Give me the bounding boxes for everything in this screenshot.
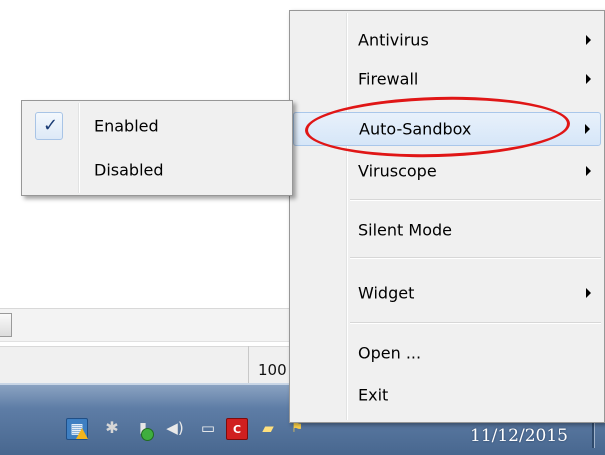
submenu-item-label: Enabled (94, 116, 159, 136)
menu-item-label: Antivirus (358, 30, 429, 50)
comodo-icon[interactable]: C (226, 418, 248, 440)
status-bar-divider (248, 346, 249, 383)
menu-item-firewall[interactable]: Firewall (293, 62, 601, 96)
menu-item-silent-mode[interactable]: Silent Mode (293, 213, 601, 247)
submenu-item-enabled[interactable]: ✓ Enabled (25, 106, 289, 146)
menu-item-open[interactable]: Open ... (293, 336, 601, 370)
virtualbox-icon[interactable]: ✱ (102, 418, 122, 438)
submenu-arrow-icon (586, 288, 591, 298)
submenu-item-label: Disabled (94, 160, 164, 180)
menu-item-viruscope[interactable]: Viruscope (293, 154, 601, 188)
menu-item-label: Open ... (358, 343, 422, 363)
warning-icon (76, 428, 88, 439)
monitor-icon[interactable]: ▭ (198, 418, 218, 438)
folder-icon[interactable]: ▰ (258, 418, 278, 438)
checkmark-icon: ✓ (43, 115, 59, 136)
check-badge-icon (141, 428, 154, 441)
zoom-level-text: 100 (258, 361, 287, 379)
tray-context-menu: Antivirus Firewall Auto-Sandbox Viruscop… (289, 10, 605, 423)
menu-separator (350, 257, 601, 259)
submenu-item-disabled[interactable]: Disabled (25, 150, 289, 190)
volume-icon[interactable]: ◀) (165, 418, 185, 438)
menu-item-label: Widget (358, 283, 415, 303)
submenu-arrow-icon (585, 124, 590, 134)
submenu-arrow-icon (586, 35, 591, 45)
menu-item-widget[interactable]: Widget (293, 276, 601, 310)
menu-item-label: Firewall (358, 69, 419, 89)
auto-sandbox-submenu: ✓ Enabled Disabled (21, 100, 293, 196)
menu-item-exit[interactable]: Exit (293, 378, 601, 412)
menu-item-label: Viruscope (358, 161, 437, 181)
status-bar (0, 346, 290, 384)
submenu-arrow-icon (586, 74, 591, 84)
submenu-arrow-icon (586, 166, 591, 176)
menu-separator (350, 322, 601, 324)
scrollbar-thumb[interactable] (0, 313, 12, 337)
menu-separator (350, 199, 601, 201)
clock-date[interactable]: 11/12/2015 (458, 426, 580, 446)
menu-item-label: Silent Mode (358, 220, 452, 240)
horizontal-scrollbar[interactable] (0, 308, 290, 342)
menu-item-label: Exit (358, 385, 389, 405)
menu-item-antivirus[interactable]: Antivirus (293, 23, 601, 57)
